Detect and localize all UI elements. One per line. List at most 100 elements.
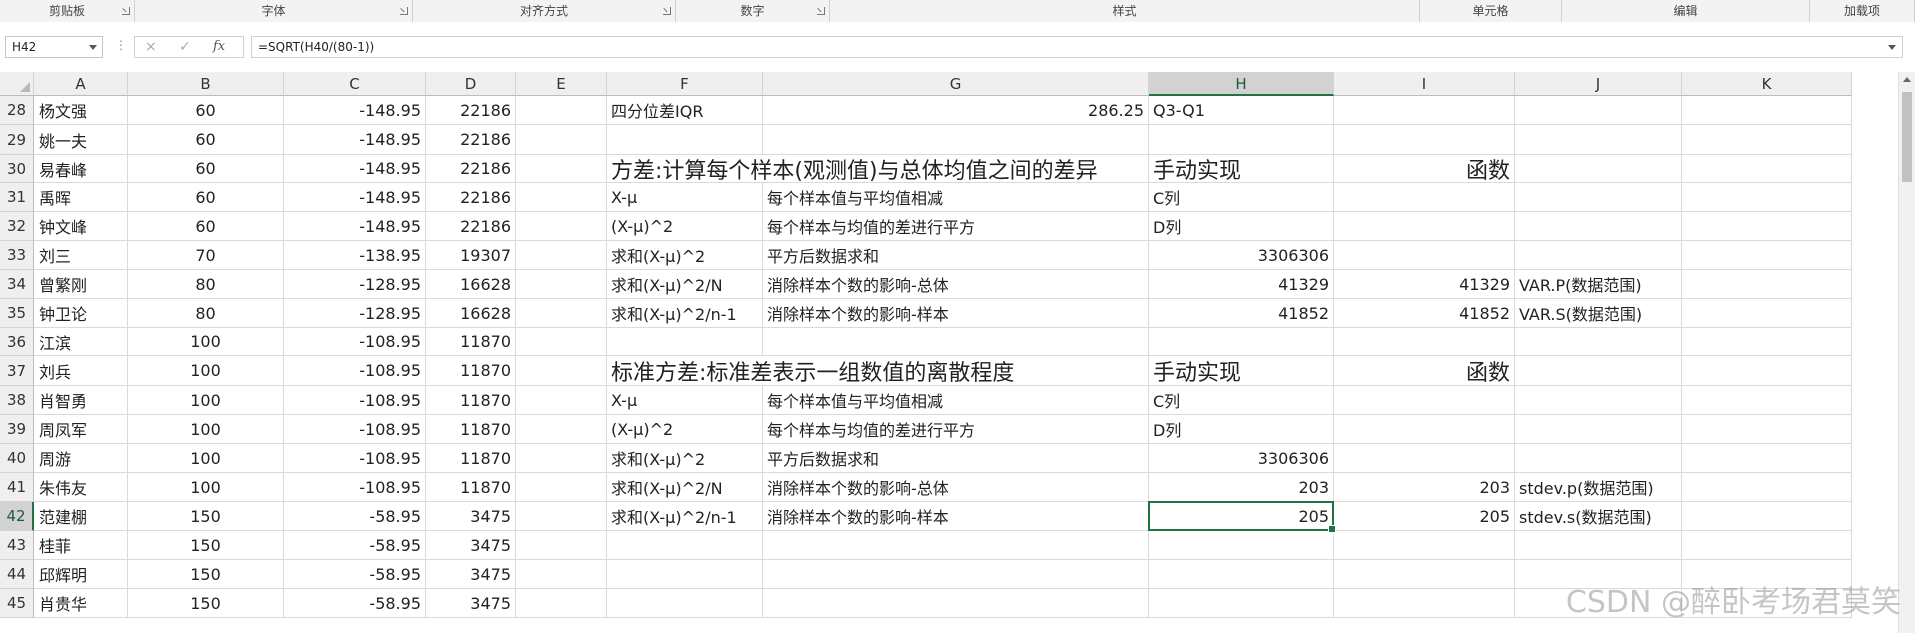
cell-a31[interactable]: 禹晖 — [34, 183, 128, 212]
column-header-j[interactable]: J — [1515, 72, 1682, 96]
cell-e45[interactable] — [516, 589, 607, 618]
cell-a29[interactable]: 姚一夫 — [34, 125, 128, 155]
cell-k40[interactable] — [1682, 444, 1852, 473]
cell-a45[interactable]: 肖贵华 — [34, 589, 128, 618]
cell-a32[interactable]: 钟文峰 — [34, 212, 128, 241]
cell-d29[interactable]: 22186 — [426, 125, 516, 155]
cell-h39[interactable]: D列 — [1149, 415, 1334, 444]
column-header-b[interactable]: B — [128, 72, 284, 96]
cell-k35[interactable] — [1682, 299, 1852, 328]
dialog-launcher-icon[interactable] — [817, 7, 825, 15]
cell-a39[interactable]: 周凤军 — [34, 415, 128, 444]
cell-g29[interactable] — [763, 125, 1149, 155]
row-header-31[interactable]: 31 — [0, 183, 34, 212]
column-header-c[interactable]: C — [284, 72, 426, 96]
cell-c40[interactable]: -108.95 — [284, 444, 426, 473]
cell-e30[interactable] — [516, 155, 607, 183]
cell-i28[interactable] — [1334, 96, 1515, 125]
column-header-g[interactable]: G — [763, 72, 1149, 96]
column-header-k[interactable]: K — [1682, 72, 1852, 96]
cell-b45[interactable]: 150 — [128, 589, 284, 618]
cell-j29[interactable] — [1515, 125, 1682, 155]
cell-h35[interactable]: 41852 — [1149, 299, 1334, 328]
cell-e34[interactable] — [516, 270, 607, 299]
cell-e41[interactable] — [516, 473, 607, 502]
cancel-icon[interactable]: × — [145, 39, 157, 55]
cell-f34[interactable]: 求和(X-μ)^2/N — [607, 270, 763, 299]
cell-a36[interactable]: 江滨 — [34, 328, 128, 356]
dialog-launcher-icon[interactable] — [400, 7, 408, 15]
cell-h41[interactable]: 203 — [1149, 473, 1334, 502]
cell-g28[interactable]: 286.25 — [763, 96, 1149, 125]
cell-e40[interactable] — [516, 444, 607, 473]
cell-i33[interactable] — [1334, 241, 1515, 270]
cell-i45[interactable] — [1334, 589, 1515, 618]
row-header-29[interactable]: 29 — [0, 125, 34, 155]
row-header-42[interactable]: 42 — [0, 502, 34, 531]
cell-i32[interactable] — [1334, 212, 1515, 241]
cell-g43[interactable] — [763, 531, 1149, 560]
cell-j30[interactable] — [1515, 155, 1682, 183]
cell-b28[interactable]: 60 — [128, 96, 284, 125]
vertical-scrollbar[interactable] — [1898, 72, 1915, 633]
cell-c37[interactable]: -108.95 — [284, 356, 426, 386]
cell-j28[interactable] — [1515, 96, 1682, 125]
cell-k42[interactable] — [1682, 502, 1852, 531]
cell-j38[interactable] — [1515, 386, 1682, 415]
cell-a28[interactable]: 杨文强 — [34, 96, 128, 125]
cell-c43[interactable]: -58.95 — [284, 531, 426, 560]
cell-b38[interactable]: 100 — [128, 386, 284, 415]
row-header-33[interactable]: 33 — [0, 241, 34, 270]
cell-h29[interactable] — [1149, 125, 1334, 155]
cell-a34[interactable]: 曾繁刚 — [34, 270, 128, 299]
cell-i29[interactable] — [1334, 125, 1515, 155]
cell-b43[interactable]: 150 — [128, 531, 284, 560]
cell-i44[interactable] — [1334, 560, 1515, 589]
cell-k31[interactable] — [1682, 183, 1852, 212]
cell-f37[interactable]: 标准方差:标准差表示一组数值的离散程度 — [607, 356, 1014, 386]
cell-f36[interactable] — [607, 328, 763, 356]
cell-f32[interactable]: (X-μ)^2 — [607, 212, 763, 241]
row-header-28[interactable]: 28 — [0, 96, 34, 125]
cell-b44[interactable]: 150 — [128, 560, 284, 589]
cell-f41[interactable]: 求和(X-μ)^2/N — [607, 473, 763, 502]
row-header-45[interactable]: 45 — [0, 589, 34, 618]
cell-e42[interactable] — [516, 502, 607, 531]
cell-k37[interactable] — [1682, 356, 1852, 386]
cell-i43[interactable] — [1334, 531, 1515, 560]
cell-f43[interactable] — [607, 531, 763, 560]
cell-b36[interactable]: 100 — [128, 328, 284, 356]
cell-f44[interactable] — [607, 560, 763, 589]
cell-c36[interactable]: -108.95 — [284, 328, 426, 356]
cell-g44[interactable] — [763, 560, 1149, 589]
cell-f38[interactable]: X-μ — [607, 386, 763, 415]
cell-d45[interactable]: 3475 — [426, 589, 516, 618]
cell-d39[interactable]: 11870 — [426, 415, 516, 444]
cell-k32[interactable] — [1682, 212, 1852, 241]
row-header-34[interactable]: 34 — [0, 270, 34, 299]
cell-c35[interactable]: -128.95 — [284, 299, 426, 328]
column-header-e[interactable]: E — [516, 72, 607, 96]
cell-h31[interactable]: C列 — [1149, 183, 1334, 212]
cell-c45[interactable]: -58.95 — [284, 589, 426, 618]
cell-e35[interactable] — [516, 299, 607, 328]
cell-b30[interactable]: 60 — [128, 155, 284, 183]
cell-d32[interactable]: 22186 — [426, 212, 516, 241]
cell-d38[interactable]: 11870 — [426, 386, 516, 415]
cell-b37[interactable]: 100 — [128, 356, 284, 386]
cell-g34[interactable]: 消除样本个数的影响-总体 — [763, 270, 1149, 299]
more-options-icon[interactable]: ⋮ — [115, 38, 127, 52]
cell-i34[interactable]: 41329 — [1334, 270, 1515, 299]
cell-a30[interactable]: 易春峰 — [34, 155, 128, 183]
cell-j34[interactable]: VAR.P(数据范围) — [1515, 270, 1682, 299]
cell-k30[interactable] — [1682, 155, 1852, 183]
cell-b33[interactable]: 70 — [128, 241, 284, 270]
cell-h33[interactable]: 3306306 — [1149, 241, 1334, 270]
cell-d36[interactable]: 11870 — [426, 328, 516, 356]
row-header-44[interactable]: 44 — [0, 560, 34, 589]
cell-e37[interactable] — [516, 356, 607, 386]
cell-i41[interactable]: 203 — [1334, 473, 1515, 502]
cell-g35[interactable]: 消除样本个数的影响-样本 — [763, 299, 1149, 328]
cell-b40[interactable]: 100 — [128, 444, 284, 473]
cell-g32[interactable]: 每个样本与均值的差进行平方 — [763, 212, 1149, 241]
